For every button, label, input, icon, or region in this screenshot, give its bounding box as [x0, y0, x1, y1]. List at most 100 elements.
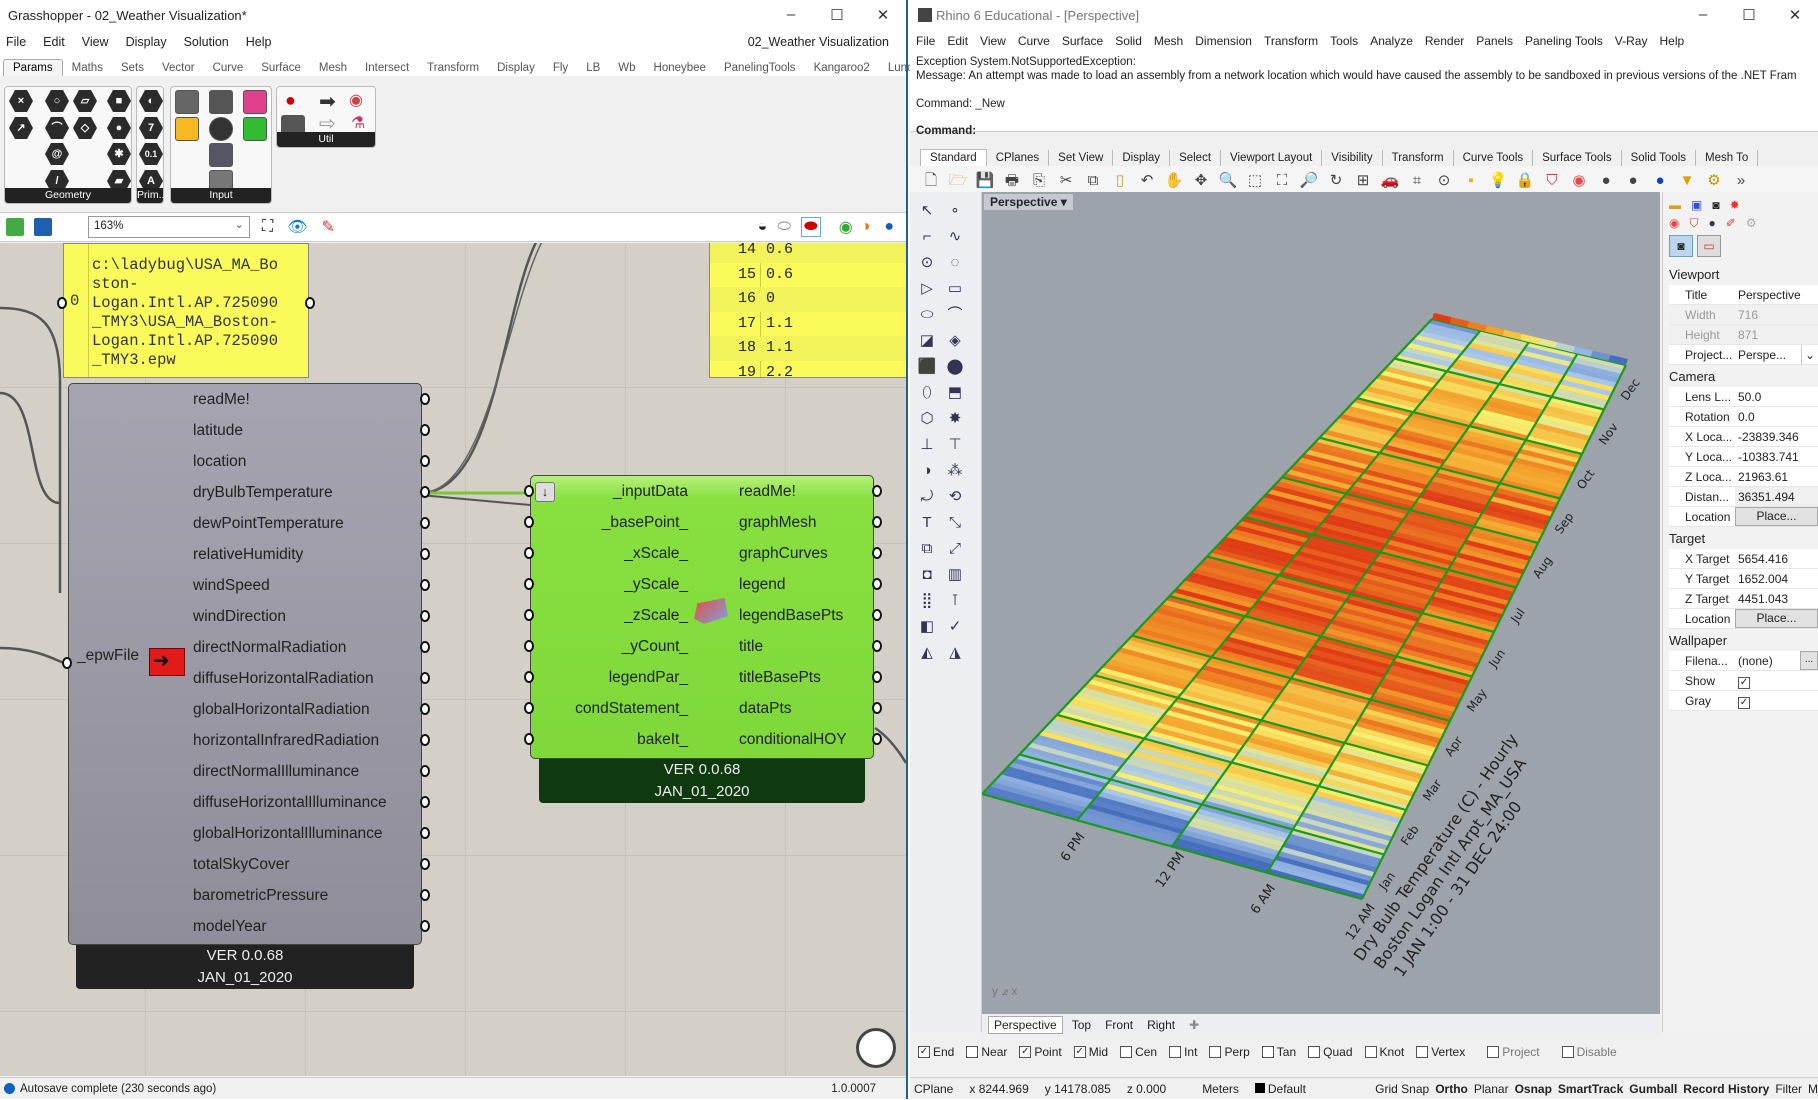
open-icon[interactable]: 🗁 [947, 170, 969, 192]
input-port[interactable] [524, 640, 534, 652]
point-param-icon[interactable]: × [9, 90, 33, 112]
rotate-view-icon[interactable]: ✥ [1190, 170, 1212, 192]
boolean-icon[interactable]: ◑ [916, 460, 938, 482]
file-path-panel[interactable]: 0 c:\ladybug\USA_MA_Bo ston- Logan.Intl.… [57, 243, 315, 378]
sphere-icon[interactable]: ⬤ [944, 356, 966, 378]
osnap-checkbox[interactable] [1169, 1046, 1182, 1058]
x-location-field[interactable]: -23839.346 [1735, 427, 1818, 446]
settings-tab-icon[interactable]: ⚙ [1746, 216, 1757, 231]
toolbar-tab-setview[interactable]: Set View [1049, 150, 1114, 166]
output-port[interactable] [420, 486, 430, 498]
toolbar-tab-curve-tools[interactable]: Curve Tools [1454, 150, 1534, 166]
four-view-icon[interactable]: ⊞ [1352, 170, 1374, 192]
integer-param-icon[interactable]: 7 [139, 117, 163, 139]
osnap-checkbox[interactable]: ✓ [1073, 1046, 1086, 1058]
surface-icon[interactable]: ◪ [916, 330, 938, 352]
gh-menu-file[interactable]: File [6, 35, 26, 49]
copy-icon[interactable]: ⧉ [1082, 170, 1104, 192]
zoom-extents-icon[interactable]: ⛶ [1271, 170, 1293, 192]
preview-eye-icon[interactable]: 👁 [287, 217, 307, 237]
rhino-menu-dimension[interactable]: Dimension [1195, 34, 1252, 48]
input-port[interactable] [524, 578, 534, 590]
x-target-field[interactable]: 5654.416 [1735, 549, 1818, 568]
extrude-icon[interactable]: ⬒ [944, 382, 966, 404]
output-port[interactable] [420, 703, 430, 715]
minimize-button[interactable]: – [1680, 6, 1726, 24]
material-tab-icon[interactable]: ⛉ [1689, 216, 1698, 231]
output-port[interactable] [420, 858, 430, 870]
undo-view-icon[interactable]: ↻ [1325, 170, 1347, 192]
output-port[interactable] [872, 671, 882, 683]
array-icon[interactable]: ⤢ [944, 538, 966, 560]
ruler-icon[interactable]: ▥ [944, 564, 966, 586]
osnap-checkbox[interactable] [966, 1046, 979, 1058]
rhino-menu-mesh[interactable]: Mesh [1154, 34, 1183, 48]
toolbar-tab-cplanes[interactable]: CPlanes [987, 150, 1050, 166]
point-icon[interactable]: ∘ [944, 200, 966, 222]
vector-param-icon[interactable]: ↗ [9, 117, 33, 139]
gh-canvas[interactable]: 0 c:\ladybug\USA_MA_Bo ston- Logan.Intl.… [0, 243, 906, 1076]
zoom-window-icon[interactable]: ⬚ [1244, 170, 1266, 192]
toolbar-tab-solid-tools[interactable]: Solid Tools [1622, 150, 1696, 166]
light-icon[interactable]: 💡 [1487, 170, 1509, 192]
circle-param-icon[interactable]: ○ [45, 90, 69, 112]
add-viewport-icon[interactable]: ✚ [1184, 1017, 1204, 1033]
new-icon[interactable]: 🗋 [920, 170, 942, 192]
save-file-icon[interactable] [34, 218, 52, 236]
viewport-title[interactable]: Perspective ▾ [984, 194, 1073, 210]
output-port[interactable] [420, 889, 430, 901]
osnap-icon[interactable]: ⊙ [1433, 170, 1455, 192]
osnap-project[interactable]: Project [1487, 1045, 1540, 1059]
rhino-menu-tools[interactable]: Tools [1330, 34, 1358, 48]
rhino-menu-vray[interactable]: V-Ray [1615, 34, 1648, 48]
output-port[interactable] [872, 640, 882, 652]
tab-transform[interactable]: Transform [418, 60, 488, 76]
minimize-button[interactable]: – [768, 6, 814, 24]
trim-icon[interactable]: ⊥ [916, 434, 938, 456]
output-port[interactable] [420, 424, 430, 436]
shaded-sphere-icon[interactable]: ● [1595, 170, 1617, 192]
projection-select[interactable]: Perspe... ⌄ [1735, 345, 1818, 364]
tab-panelingtools[interactable]: PanelingTools [715, 60, 805, 76]
tab-vector[interactable]: Vector [153, 60, 204, 76]
rotation-field[interactable]: 0.0 [1735, 407, 1818, 426]
output-port[interactable] [420, 765, 430, 777]
split-icon[interactable]: ⊤ [944, 434, 966, 456]
arc-icon[interactable]: ◌ [944, 252, 966, 274]
osnap-checkbox[interactable] [1487, 1046, 1500, 1058]
more-icon[interactable]: » [1730, 170, 1752, 192]
cherry-icon[interactable]: ● [285, 90, 296, 111]
close-button[interactable]: ✕ [1772, 6, 1818, 24]
ortho-toggle[interactable]: Ortho [1435, 1082, 1468, 1096]
mesh-icon[interactable]: ⬡ [916, 408, 938, 430]
z-target-field[interactable]: 4451.043 [1735, 589, 1818, 608]
more-toggle[interactable]: M [1808, 1082, 1818, 1096]
shade-icon[interactable]: ◭ [916, 642, 938, 664]
viewport-camera-button[interactable]: ◙ [1669, 235, 1693, 257]
tab-honeybee[interactable]: Honeybee [645, 60, 715, 76]
z-location-field[interactable]: 21963.61 [1735, 467, 1818, 486]
text-icon[interactable]: T [916, 512, 938, 534]
panel-icon[interactable] [175, 90, 199, 114]
brep-param-icon[interactable]: ● [107, 117, 131, 139]
input-port[interactable] [524, 516, 534, 528]
vray-icon[interactable]: ▼ [1676, 170, 1698, 192]
import-icon[interactable]: ⎘ [1028, 170, 1050, 192]
gh-menu-solution[interactable]: Solution [184, 35, 229, 49]
camera-place-button[interactable]: Place... [1735, 507, 1818, 526]
viewport-tab-right[interactable]: Right [1142, 1017, 1180, 1033]
output-port[interactable] [420, 734, 430, 746]
y-location-field[interactable]: -10383.741 [1735, 447, 1818, 466]
tab-intersect[interactable]: Intersect [356, 60, 418, 76]
osnap-cen[interactable]: Cen [1120, 1045, 1157, 1059]
osnap-end[interactable]: ✓ End [918, 1045, 954, 1059]
smarttrack-toggle[interactable]: SmartTrack [1558, 1082, 1623, 1096]
texture-tab-icon[interactable]: ✐ [1726, 216, 1736, 231]
rhino-menu-paneling-tools[interactable]: Paneling Tools [1525, 34, 1603, 48]
osnap-checkbox[interactable] [1308, 1046, 1321, 1058]
curve-icon[interactable]: ∿ [944, 226, 966, 248]
check-icon[interactable]: ✓ [944, 616, 966, 638]
osnap-disable[interactable]: Disable [1561, 1045, 1617, 1059]
gh-menu-display[interactable]: Display [126, 35, 167, 49]
import-epw-component[interactable]: _epwFile ➜ readMe! latitude location dryBul… [62, 383, 430, 945]
